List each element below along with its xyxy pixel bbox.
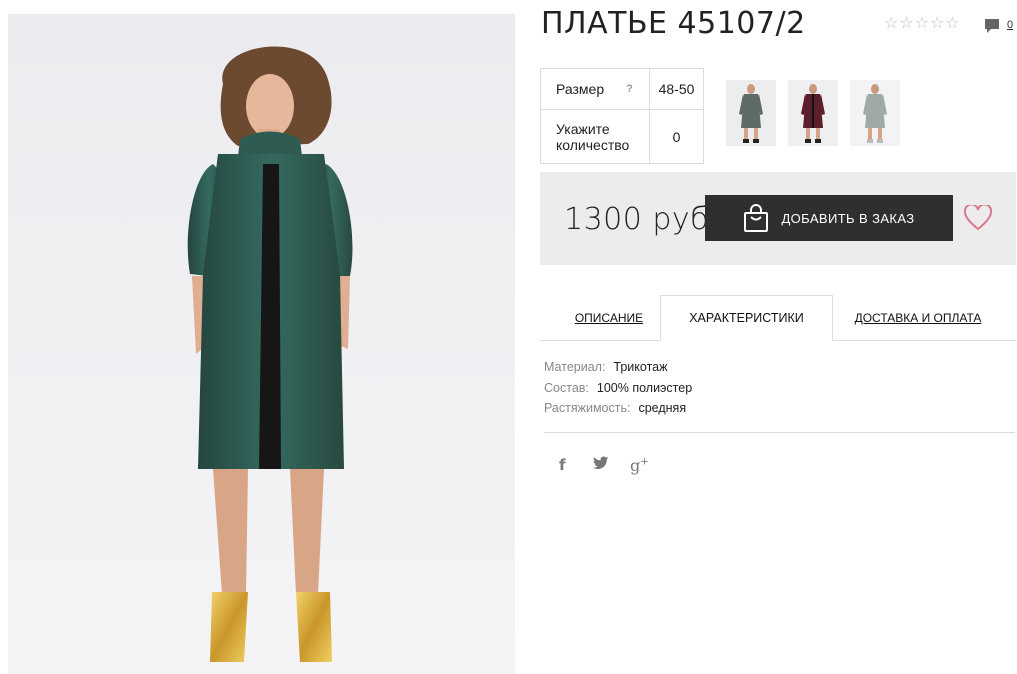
- thumbnail-grey[interactable]: [726, 80, 776, 146]
- star-icon[interactable]: ☆: [899, 15, 913, 31]
- heart-icon[interactable]: [963, 203, 993, 236]
- divider: [544, 432, 1015, 433]
- quantity-label: Укажите количество: [541, 110, 650, 164]
- comment-icon[interactable]: [984, 18, 1000, 39]
- tab-characteristics-label: ХАРАКТЕРИСТИКИ: [689, 311, 804, 325]
- char-key: Растяжимость:: [544, 401, 631, 416]
- product-tabs: ОПИСАНИЕ ХАРАКТЕРИСТИКИ ДОСТАВКА И ОПЛАТ…: [540, 295, 1016, 341]
- size-select[interactable]: 48-50: [650, 69, 703, 109]
- char-key: Состав:: [544, 380, 589, 395]
- characteristics-list: Материал: Трикотаж Состав: 100% полиэсте…: [544, 357, 692, 419]
- char-value: Трикотаж: [613, 360, 668, 375]
- star-icon[interactable]: ☆: [945, 15, 959, 31]
- add-to-order-label: ДОБАВИТЬ В ЗАКАЗ: [781, 210, 915, 226]
- tab-delivery[interactable]: ДОСТАВКА И ОПЛАТА: [848, 295, 988, 340]
- twitter-icon[interactable]: [593, 456, 609, 474]
- googleplus-plus: +: [640, 456, 649, 468]
- options-table: Размер ? 48-50 Укажите количество 0: [540, 68, 704, 164]
- quantity-input[interactable]: 0: [650, 110, 703, 164]
- size-help-icon[interactable]: ?: [626, 81, 633, 97]
- tab-characteristics[interactable]: ХАРАКТЕРИСТИКИ: [660, 295, 833, 341]
- star-icon[interactable]: ☆: [930, 15, 944, 31]
- char-key: Материал:: [544, 360, 606, 375]
- quantity-row: Укажите количество 0: [541, 110, 703, 164]
- list-item: Материал: Трикотаж: [544, 357, 692, 378]
- product-title: ПЛАТЬЕ 45107/2: [541, 6, 806, 41]
- star-icon[interactable]: ☆: [884, 15, 898, 31]
- star-icon[interactable]: ☆: [915, 15, 929, 31]
- shopping-bag-icon: [744, 204, 769, 232]
- tab-description-label: ОПИСАНИЕ: [574, 310, 644, 325]
- googleplus-icon[interactable]: g+: [630, 456, 649, 475]
- list-item: Растяжимость: средняя: [544, 398, 692, 419]
- size-label: Размер: [556, 81, 605, 97]
- rating-stars[interactable]: ☆ ☆ ☆ ☆ ☆: [884, 15, 960, 31]
- thumbnail-burgundy[interactable]: [788, 80, 838, 146]
- add-to-order-button[interactable]: ДОБАВИТЬ В ЗАКАЗ: [705, 195, 953, 241]
- price: 1300 руб: [564, 202, 710, 237]
- product-main-photo[interactable]: [8, 14, 515, 674]
- facebook-icon[interactable]: f: [559, 456, 566, 474]
- size-row: Размер ? 48-50: [541, 69, 703, 110]
- model-illustration: [187, 46, 353, 662]
- thumbnail-light-grey[interactable]: [850, 80, 900, 146]
- googleplus-letter: g: [630, 456, 641, 475]
- tab-description[interactable]: ОПИСАНИЕ: [554, 295, 664, 340]
- char-value: 100% полиэстер: [596, 380, 693, 395]
- list-item: Состав: 100% полиэстер: [544, 378, 692, 399]
- size-label-cell: Размер ?: [541, 69, 650, 109]
- char-value: средняя: [638, 401, 687, 416]
- tab-delivery-label: ДОСТАВКА И ОПЛАТА: [854, 310, 982, 325]
- purchase-box: 1300 руб ДОБАВИТЬ В ЗАКАЗ: [540, 172, 1016, 265]
- comments-count-link[interactable]: 0: [1007, 19, 1013, 31]
